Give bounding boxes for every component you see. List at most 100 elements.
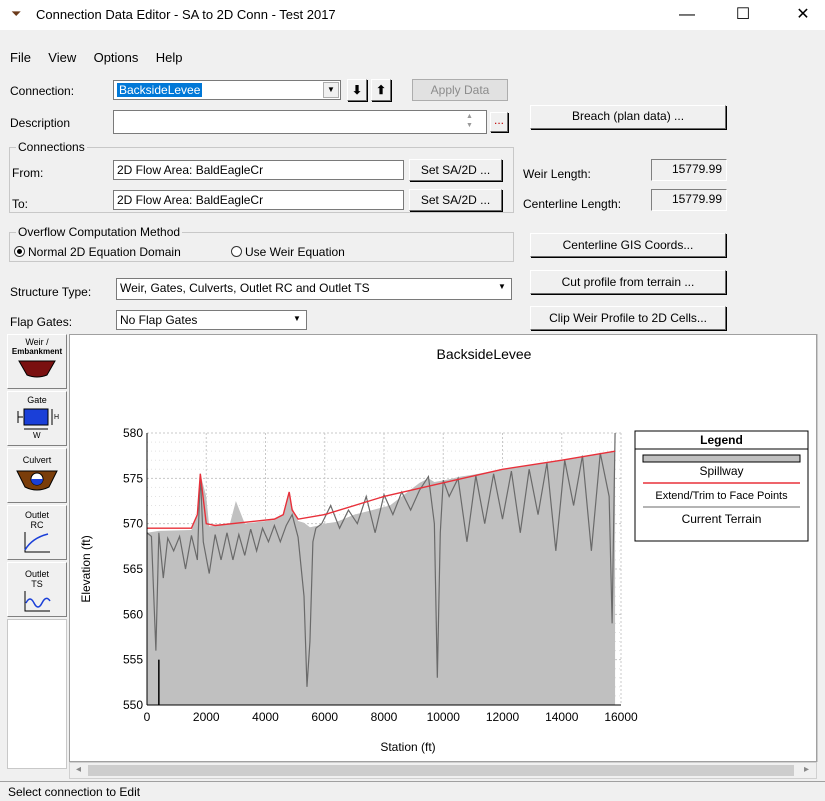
overflow-group-title: Overflow Computation Method <box>16 225 183 239</box>
weir-label-2: Embankment <box>11 347 63 356</box>
chart-panel: BacksideLevee 0 2000 4000 6000 8000 10000 12000… <box>69 334 817 762</box>
overflow-option-weir[interactable]: Use Weir Equation <box>231 245 345 259</box>
x-axis-label: Station (ft) <box>380 740 435 754</box>
x-tick-label: 6000 <box>311 710 338 724</box>
description-more-button[interactable]: ... <box>490 112 508 132</box>
y-tick-label: 550 <box>123 698 143 712</box>
menu-file[interactable]: File <box>10 50 31 65</box>
chevron-down-icon[interactable]: ▼ <box>494 280 510 296</box>
from-label: From: <box>12 166 44 180</box>
from-field: 2D Flow Area: BaldEagleCr <box>113 160 404 180</box>
weir-length-value: 15779.99 <box>651 159 727 181</box>
legend-spillway-swatch <box>642 454 801 463</box>
centerline-gis-button[interactable]: Centerline GIS Coords... <box>530 233 726 257</box>
chart-title: BacksideLevee <box>437 346 532 362</box>
scroll-right-icon[interactable]: ▸ <box>804 764 809 775</box>
window-title: Connection Data Editor - SA to 2D Conn -… <box>36 7 336 22</box>
set-to-button[interactable]: Set SA/2D ... <box>409 189 502 211</box>
outlet-ts-label-2: TS <box>31 579 43 589</box>
cut-profile-button[interactable]: Cut profile from terrain ... <box>530 270 726 294</box>
rating-curve-icon <box>24 532 50 553</box>
gate-button[interactable]: Gate H W <box>7 391 67 446</box>
overflow-option-normal[interactable]: Normal 2D Equation Domain <box>14 245 181 259</box>
move-up-button[interactable]: ⬆ <box>371 79 391 101</box>
structure-type-label: Structure Type: <box>10 285 92 299</box>
profile-chart: BacksideLevee 0 2000 4000 6000 8000 10000 12000… <box>79 346 809 754</box>
y-tick-label: 580 <box>123 426 143 440</box>
description-field[interactable] <box>113 110 487 134</box>
y-tick-label: 575 <box>123 471 143 485</box>
menu-bar: File View Options Help <box>10 50 197 70</box>
y-tick-label: 565 <box>123 562 143 576</box>
flap-gates-select[interactable]: No Flap Gates ▼ <box>116 310 307 330</box>
svg-text:W: W <box>33 431 41 439</box>
apply-data-button[interactable]: Apply Data <box>412 79 508 101</box>
maximize-button[interactable]: ☐ <box>728 4 758 26</box>
title-bar: ⏷ Connection Data Editor - SA to 2D Conn… <box>0 0 825 30</box>
breach-button[interactable]: Breach (plan data) ... <box>530 105 726 129</box>
y-tick-label: 560 <box>123 607 143 621</box>
to-field: 2D Flow Area: BaldEagleCr <box>113 190 404 210</box>
set-from-button[interactable]: Set SA/2D ... <box>409 159 502 181</box>
radio-unselected-icon[interactable] <box>231 246 242 257</box>
x-tick-label: 16000 <box>604 710 638 724</box>
gate-icon: H W <box>17 408 59 440</box>
weir-embankment-button[interactable]: Weir / Embankment <box>7 334 67 389</box>
weir-length-label: Weir Length: <box>523 167 591 181</box>
scroll-left-icon[interactable]: ◂ <box>76 764 81 775</box>
to-label: To: <box>12 197 29 211</box>
x-tick-label: 2000 <box>193 710 220 724</box>
app-icon: ⏷ <box>11 6 22 21</box>
chevron-down-icon[interactable]: ▼ <box>289 312 305 328</box>
chevron-down-icon[interactable]: ▼ <box>323 82 339 98</box>
scroll-thumb[interactable] <box>88 765 794 776</box>
connection-select[interactable]: BacksideLevee ▼ <box>113 80 341 100</box>
culvert-button[interactable]: Culvert <box>7 448 67 503</box>
overflow-option-normal-label: Normal 2D Equation Domain <box>28 245 181 259</box>
legend-title: Legend <box>700 433 743 447</box>
outlet-rc-label-2: RC <box>30 520 44 530</box>
flap-gates-value: No Flap Gates <box>120 313 198 327</box>
status-text: Select connection to Edit <box>8 785 141 799</box>
chart-right-scrollbar[interactable] <box>817 334 825 762</box>
x-tick-label: 0 <box>144 710 151 724</box>
radio-selected-icon[interactable] <box>14 246 25 257</box>
y-tick-label: 555 <box>123 653 143 667</box>
status-bar: Select connection to Edit <box>0 781 825 801</box>
flap-gates-label: Flap Gates: <box>10 315 73 329</box>
menu-view[interactable]: View <box>48 50 76 65</box>
time-series-icon <box>24 591 51 612</box>
overflow-option-weir-label: Use Weir Equation <box>245 245 345 259</box>
outlet-ts-label-1: Outlet <box>24 569 49 579</box>
menu-help[interactable]: Help <box>156 50 183 65</box>
x-tick-label: 10000 <box>427 710 461 724</box>
y-tick-label: 570 <box>123 517 143 531</box>
connections-group-title: Connections <box>16 140 87 154</box>
structure-type-value: Weir, Gates, Culverts, Outlet RC and Out… <box>120 281 370 295</box>
structure-type-select[interactable]: Weir, Gates, Culverts, Outlet RC and Out… <box>116 278 512 300</box>
centerline-length-value: 15779.99 <box>651 189 727 211</box>
description-spin-icon[interactable]: ▲ ▼ <box>466 112 473 130</box>
close-button[interactable]: ✕ <box>788 4 818 26</box>
legend-extend-label: Extend/Trim to Face Points <box>655 490 788 502</box>
y-axis-label: Elevation (ft) <box>79 535 93 602</box>
connection-value: BacksideLevee <box>117 83 203 97</box>
move-down-button[interactable]: ⬇ <box>347 79 367 101</box>
outlet-ts-button[interactable]: Outlet TS <box>7 562 67 617</box>
horizontal-scrollbar[interactable]: ◂ ▸ <box>69 762 817 779</box>
embankment-icon <box>18 360 56 378</box>
outlet-rc-label-1: Outlet <box>24 510 49 520</box>
menu-options[interactable]: Options <box>94 50 139 65</box>
description-label: Description <box>10 116 71 130</box>
spillway-area <box>147 451 616 705</box>
legend-terrain-label: Current Terrain <box>682 512 762 526</box>
legend-spillway-label: Spillway <box>699 464 743 478</box>
minimize-button[interactable]: — <box>672 4 702 26</box>
x-tick-label: 14000 <box>545 710 579 724</box>
x-tick-label: 12000 <box>486 710 520 724</box>
weir-label-1: Weir / <box>25 337 49 347</box>
clip-weir-button[interactable]: Clip Weir Profile to 2D Cells... <box>530 306 726 330</box>
outlet-rc-button[interactable]: Outlet RC <box>7 505 67 560</box>
x-tick-label: 8000 <box>371 710 398 724</box>
culvert-label: Culvert <box>22 455 52 465</box>
